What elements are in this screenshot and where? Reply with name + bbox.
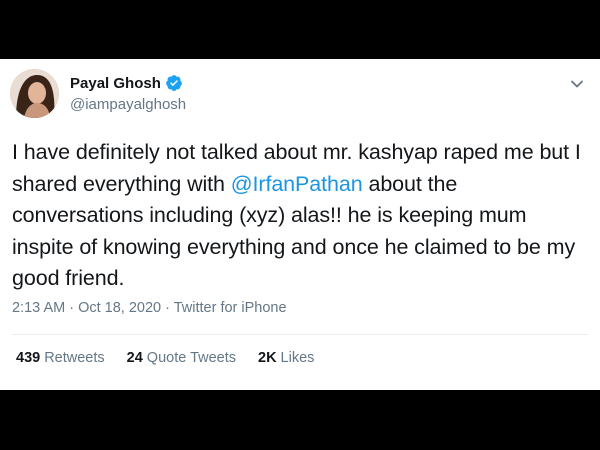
stat-quote-tweets[interactable]: 24 Quote Tweets	[127, 350, 236, 366]
avatar[interactable]	[10, 69, 59, 118]
stat-retweets[interactable]: 439 Retweets	[16, 350, 105, 366]
author-name-row[interactable]: Payal Ghosh	[70, 74, 183, 92]
author-handle[interactable]: @iampayalghosh	[70, 96, 186, 113]
stat-likes[interactable]: 2K Likes	[258, 350, 314, 366]
verified-badge-icon	[165, 75, 182, 91]
tweet-card: Payal Ghosh @iampayalghosh I have defini…	[0, 59, 600, 390]
tweet-stats: 439 Retweets 24 Quote Tweets 2K Likes	[16, 350, 314, 366]
tweet-text: I have definitely not talked about mr. k…	[12, 137, 592, 295]
chevron-down-icon[interactable]	[570, 77, 584, 91]
mention-link[interactable]: @IrfanPathan	[231, 172, 363, 196]
divider	[12, 334, 588, 335]
tweet-timestamp-source[interactable]: 2:13 AM · Oct 18, 2020 · Twitter for iPh…	[12, 300, 287, 316]
author-display-name[interactable]: Payal Ghosh	[70, 75, 161, 92]
